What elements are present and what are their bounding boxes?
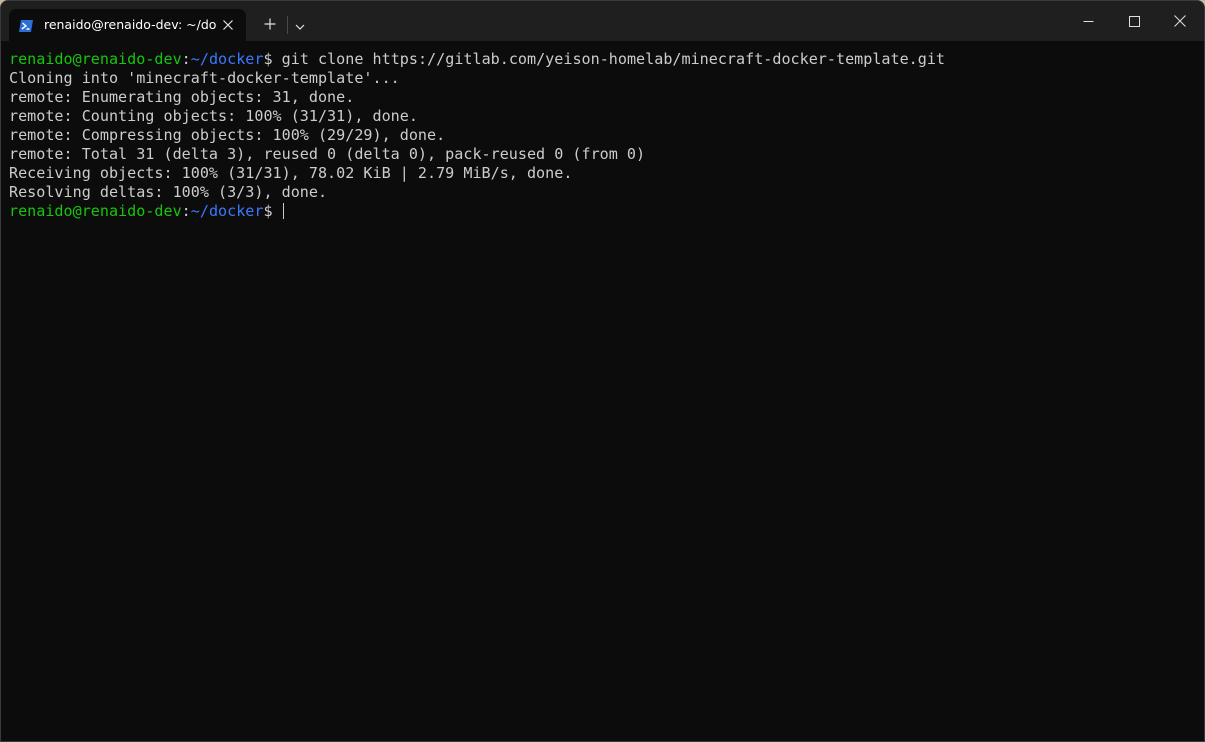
output-line: Cloning into 'minecraft-docker-template'…: [9, 69, 400, 87]
tab-terminal[interactable]: renaido@renaido-dev: ~/docker: [9, 9, 246, 41]
tab-title: renaido@renaido-dev: ~/docker: [44, 17, 216, 32]
output-line: remote: Counting objects: 100% (31/31), …: [9, 107, 418, 125]
tab-dropdown-button[interactable]: [289, 9, 311, 39]
close-icon: [1174, 12, 1186, 31]
prompt-line: renaido@renaido-dev:~/docker$ git clone …: [9, 50, 1196, 69]
maximize-button[interactable]: [1111, 1, 1157, 41]
prompt-dollar: $: [263, 202, 282, 220]
titlebar-divider: [287, 16, 288, 34]
window-close-button[interactable]: [1157, 1, 1203, 41]
prompt-dollar: $: [263, 50, 282, 68]
powershell-icon: [18, 18, 34, 32]
terminal-output[interactable]: renaido@renaido-dev:~/docker$ git clone …: [9, 50, 1196, 741]
prompt-user-host: renaido@renaido-dev: [9, 50, 182, 68]
text-cursor: [282, 203, 284, 219]
prompt-user-host: renaido@renaido-dev: [9, 202, 182, 220]
minimize-icon: [1083, 12, 1094, 31]
output-line: Receiving objects: 100% (31/31), 78.02 K…: [9, 164, 573, 182]
output-line: remote: Enumerating objects: 31, done.: [9, 88, 355, 106]
output-line: remote: Total 31 (delta 3), reused 0 (de…: [9, 145, 646, 163]
close-icon[interactable]: [218, 15, 238, 35]
new-tab-button[interactable]: [256, 9, 284, 39]
chevron-down-icon: [295, 15, 305, 34]
command-text: git clone https://gitlab.com/yeison-home…: [281, 50, 946, 68]
plus-icon: [264, 15, 276, 34]
title-bar[interactable]: renaido@renaido-dev: ~/docker: [1, 1, 1204, 41]
output-line: Resolving deltas: 100% (3/3), done.: [9, 183, 328, 201]
prompt-separator: :: [181, 202, 191, 220]
prompt-path: ~/docker: [190, 202, 264, 220]
prompt-line[interactable]: renaido@renaido-dev:~/docker$: [9, 202, 1196, 221]
prompt-separator: :: [181, 50, 191, 68]
minimize-button[interactable]: [1065, 1, 1111, 41]
prompt-path: ~/docker: [190, 50, 264, 68]
maximize-icon: [1128, 12, 1140, 31]
output-line: remote: Compressing objects: 100% (29/29…: [9, 126, 446, 144]
terminal-window: renaido@renaido-dev: ~/docker: [0, 0, 1205, 742]
